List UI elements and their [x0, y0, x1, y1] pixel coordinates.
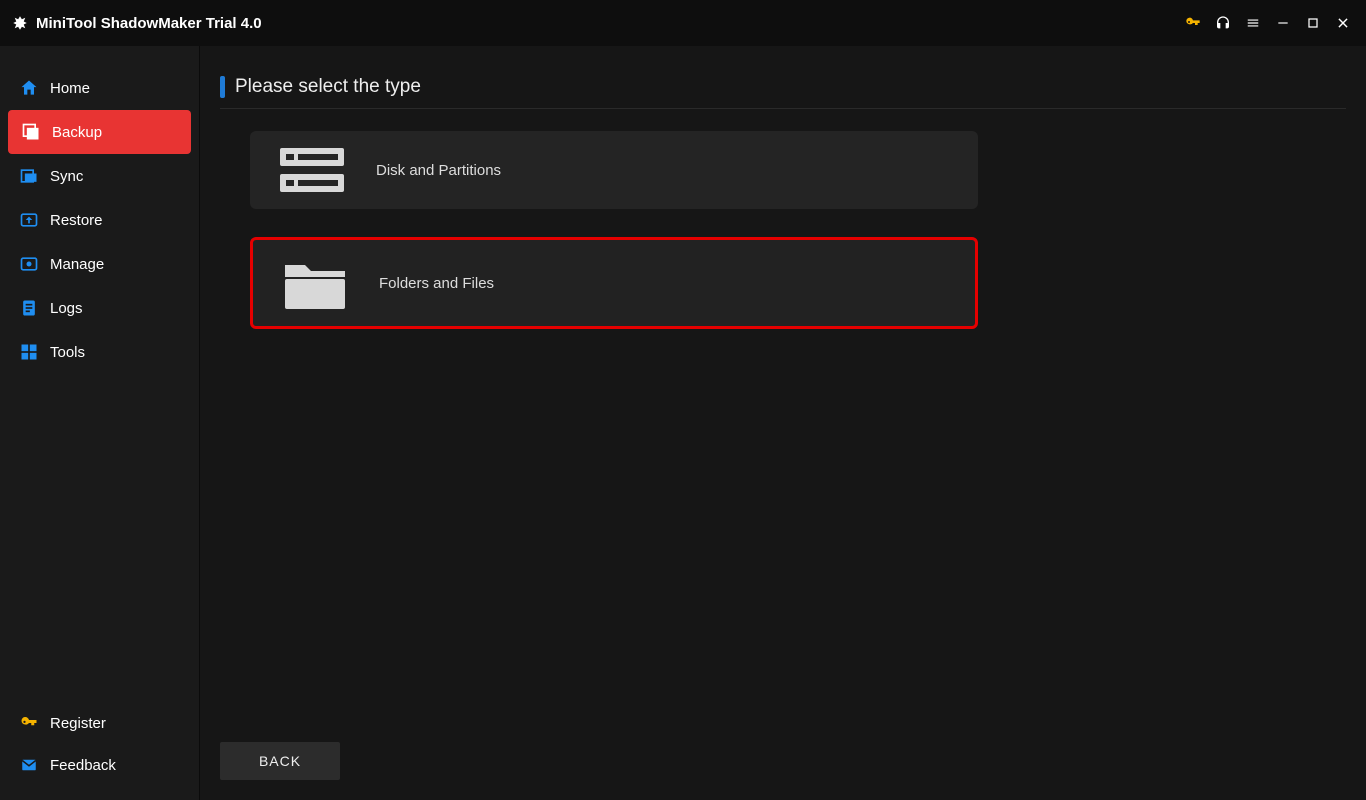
sidebar-bottom-label: Feedback	[50, 757, 116, 774]
sidebar-item-logs[interactable]: Logs	[0, 286, 199, 330]
sidebar-bottom: Register Feedback	[0, 702, 199, 800]
disk-icon	[276, 142, 348, 198]
backup-icon	[20, 121, 42, 143]
option-folders-files[interactable]: Folders and Files	[250, 237, 978, 329]
app-title: MiniTool ShadowMaker Trial 4.0	[36, 15, 262, 32]
manage-icon	[18, 253, 40, 275]
titlebar: MiniTool ShadowMaker Trial 4.0	[0, 0, 1366, 46]
home-icon	[18, 77, 40, 99]
option-label: Folders and Files	[379, 275, 494, 292]
sidebar-item-label: Manage	[50, 256, 104, 273]
app-body: Home Backup Sync	[0, 46, 1366, 800]
page-header: Please select the type	[220, 76, 1346, 109]
sidebar-item-home[interactable]: Home	[0, 66, 199, 110]
sidebar-item-label: Sync	[50, 168, 83, 185]
sidebar-item-label: Tools	[50, 344, 85, 361]
sidebar-item-backup[interactable]: Backup	[8, 110, 191, 154]
menu-icon[interactable]	[1238, 8, 1268, 38]
sidebar-item-restore[interactable]: Restore	[0, 198, 199, 242]
main-footer: BACK	[220, 742, 1346, 790]
sidebar-feedback[interactable]: Feedback	[0, 744, 199, 786]
sync-icon	[18, 165, 40, 187]
sidebar: Home Backup Sync	[0, 46, 200, 800]
sidebar-register[interactable]: Register	[0, 702, 199, 744]
option-disk-partitions[interactable]: Disk and Partitions	[250, 131, 978, 209]
close-button[interactable]	[1328, 8, 1358, 38]
folder-icon	[279, 255, 351, 311]
option-label: Disk and Partitions	[376, 162, 501, 179]
sidebar-item-label: Home	[50, 80, 90, 97]
sidebar-item-label: Backup	[52, 124, 102, 141]
sidebar-nav: Home Backup Sync	[0, 66, 199, 702]
maximize-button[interactable]	[1298, 8, 1328, 38]
main-content: Please select the type Disk	[200, 46, 1366, 800]
page-title: Please select the type	[235, 76, 421, 98]
restore-icon	[18, 209, 40, 231]
header-accent-bar	[220, 76, 225, 98]
type-options: Disk and Partitions Folders and Files	[220, 131, 1346, 329]
mail-icon	[18, 754, 40, 776]
sidebar-item-label: Restore	[50, 212, 103, 229]
key-icon	[18, 712, 40, 734]
app-window: MiniTool ShadowMaker Trial 4.0	[0, 0, 1366, 800]
key-icon[interactable]	[1178, 8, 1208, 38]
sidebar-item-manage[interactable]: Manage	[0, 242, 199, 286]
sidebar-item-sync[interactable]: Sync	[0, 154, 199, 198]
minimize-button[interactable]	[1268, 8, 1298, 38]
logs-icon	[18, 297, 40, 319]
sidebar-item-tools[interactable]: Tools	[0, 330, 199, 374]
back-button[interactable]: BACK	[220, 742, 340, 780]
sidebar-bottom-label: Register	[50, 715, 106, 732]
tools-icon	[18, 341, 40, 363]
app-logo-icon	[10, 13, 30, 33]
sidebar-item-label: Logs	[50, 300, 83, 317]
headset-icon[interactable]	[1208, 8, 1238, 38]
